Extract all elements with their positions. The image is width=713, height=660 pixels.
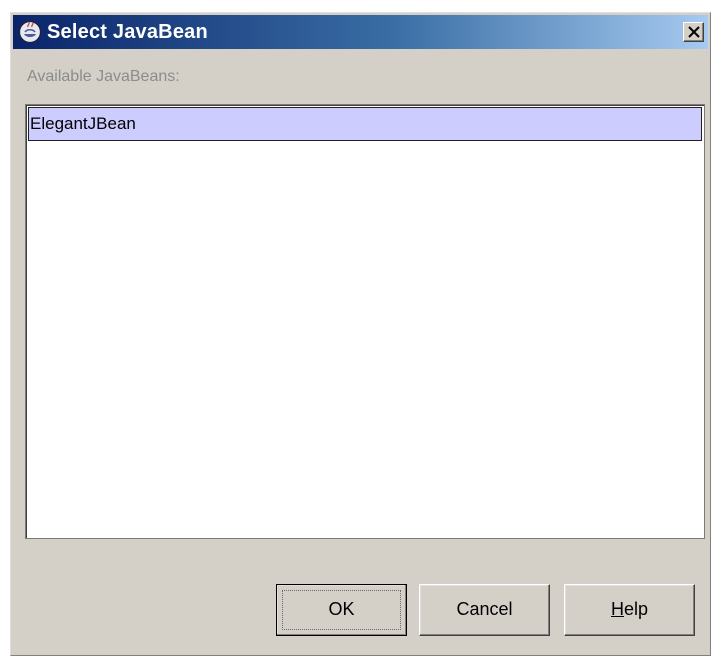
available-javabeans-label: Available JavaBeans: (27, 68, 180, 85)
javabeans-list[interactable]: ElegantJBean (25, 104, 705, 539)
help-button-label: elp (623, 599, 649, 619)
cancel-button[interactable]: Cancel (419, 584, 550, 636)
help-mnemonic: H (610, 599, 624, 619)
close-button[interactable] (683, 22, 704, 42)
help-button[interactable]: Help (564, 584, 695, 636)
ok-button[interactable]: OK (276, 584, 407, 636)
close-icon (688, 26, 700, 38)
cancel-button-label: Cancel (456, 599, 513, 619)
java-cup-icon (18, 20, 42, 44)
list-item-elegantjbean[interactable]: ElegantJBean (28, 107, 702, 141)
title-bar[interactable]: Select JavaBean (13, 15, 708, 49)
focus-rectangle (282, 590, 401, 630)
dialog-title: Select JavaBean (47, 21, 208, 43)
select-javabean-dialog: Select JavaBean Available JavaBeans: Ele… (10, 12, 711, 656)
